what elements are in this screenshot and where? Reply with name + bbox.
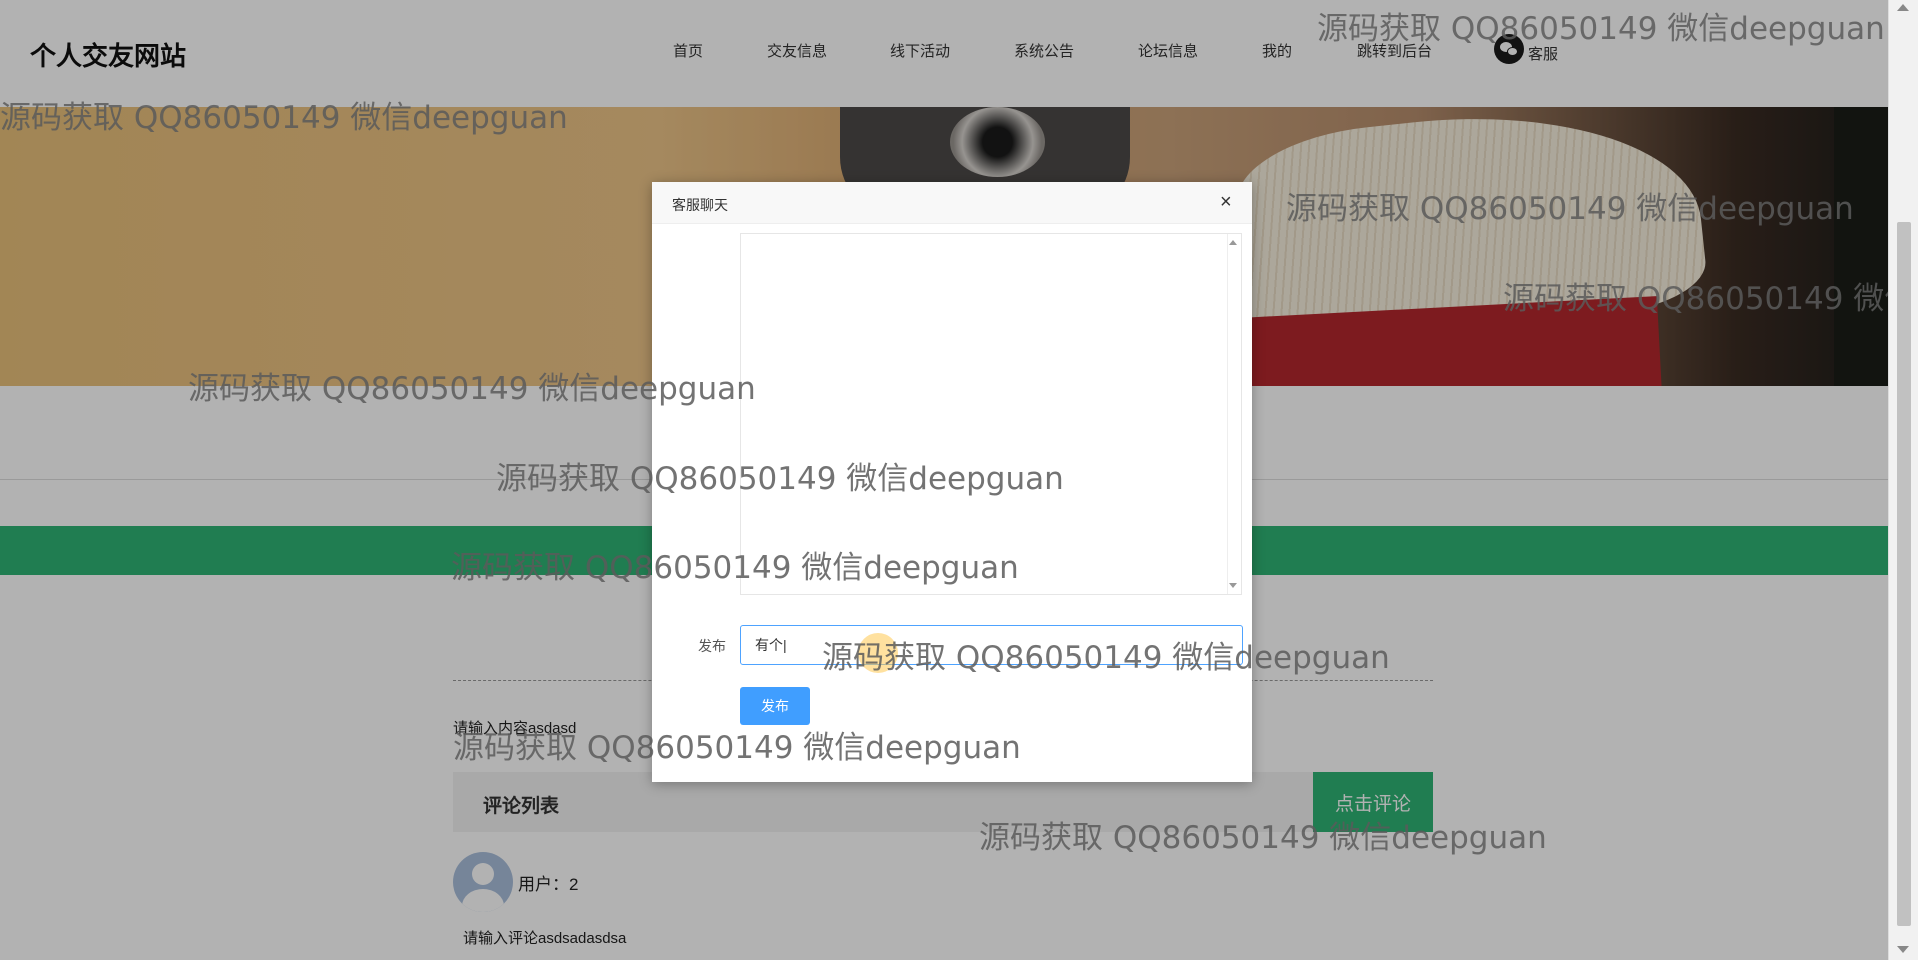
publish-button[interactable]: 发布 xyxy=(740,687,810,725)
close-icon[interactable]: × xyxy=(1220,192,1232,212)
publish-label: 发布 xyxy=(698,638,726,654)
scroll-thumb[interactable] xyxy=(1897,222,1911,926)
mouse-cursor-highlight xyxy=(858,633,898,673)
scroll-up-arrow-icon[interactable] xyxy=(1897,4,1909,11)
message-input[interactable] xyxy=(740,625,1243,665)
scroll-down-arrow-icon[interactable] xyxy=(1897,946,1909,953)
chat-scrollbar[interactable] xyxy=(1227,234,1241,594)
dialog-header: 客服聊天 × xyxy=(652,182,1252,224)
chat-scroll-up-icon[interactable] xyxy=(1229,240,1237,245)
customer-chat-dialog: 客服聊天 × 发布 发布 xyxy=(652,182,1252,782)
dialog-title: 客服聊天 xyxy=(672,197,728,213)
chat-messages-area[interactable] xyxy=(740,233,1242,595)
chat-scroll-down-icon[interactable] xyxy=(1229,583,1237,588)
page-scrollbar[interactable] xyxy=(1888,0,1918,960)
